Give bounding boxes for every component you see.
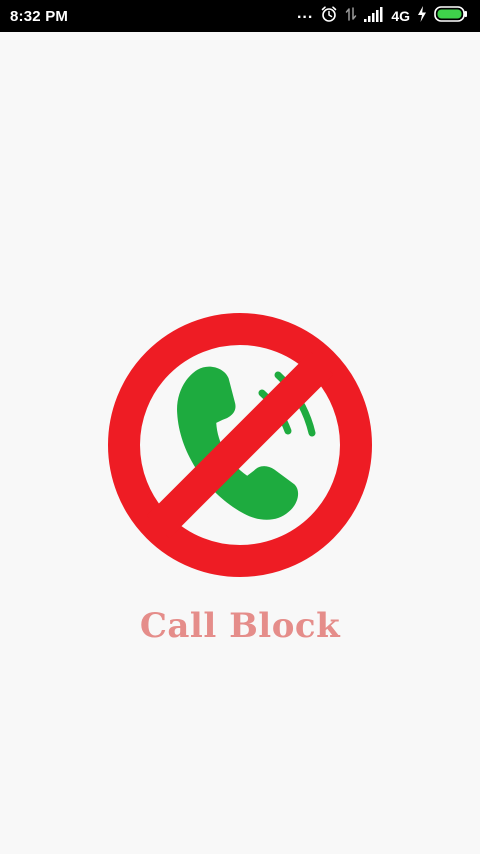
battery-icon — [434, 5, 468, 27]
data-arrows-icon — [345, 5, 357, 28]
status-time: 8:32 PM — [10, 7, 69, 25]
network-type: 4G — [391, 8, 410, 24]
app-name: Call Block — [139, 606, 341, 646]
status-bar: 8:32 PM ... 4G — [0, 0, 480, 32]
splash-screen: Call Block — [0, 32, 480, 854]
status-icons: ... 4G — [297, 5, 468, 28]
blocked-phone-icon — [108, 313, 372, 577]
charging-bolt-icon — [417, 5, 427, 27]
alarm-icon — [320, 5, 338, 28]
signal-icon — [364, 6, 384, 27]
notification-dots: ... — [296, 5, 314, 22]
